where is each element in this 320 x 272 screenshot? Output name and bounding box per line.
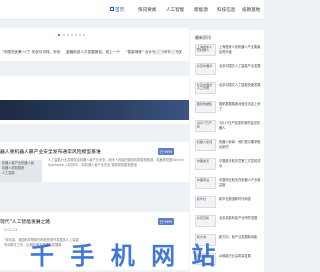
slider-dot[interactable] bbox=[67, 34, 69, 36]
news-thumbnail[interactable]: 国家数据集 bbox=[195, 101, 216, 113]
article-card[interactable]: 器人重机器人最产业安全发布通常风险模型基谁 已 9999 人工智能行业发展信息机… bbox=[0, 142, 189, 182]
sidebar-news-item[interactable]: 上海布新人形机器人 上海首家人形机器人产业集聚区再升级 bbox=[195, 44, 261, 62]
view-count-badge: 已 9999 bbox=[158, 218, 175, 225]
site-watermark: 千 手 机 网 站 bbox=[30, 242, 220, 270]
nav-new-energy[interactable]: 新能源 bbox=[194, 7, 208, 15]
news-thumbnail[interactable]: 机器人新闻 bbox=[195, 139, 216, 151]
news-headline[interactable]: 北京高新科技产业研究发展 bbox=[219, 216, 263, 221]
main-content: "中国光伏第一门" 光伏与可特，光伏 金融科技人才发展报告，成上一个 "智能驾驶… bbox=[0, 22, 189, 272]
sidebar-news-item[interactable]: 北京中国式人工智能 北京中国式人工智能快速发展 bbox=[195, 82, 261, 100]
thumbnail-alt-text: 北京高新 bbox=[196, 215, 210, 220]
news-thumbnail[interactable]: 上海布新人形机器人 bbox=[195, 44, 216, 56]
thumbnail-alt-text: 中国航天 bbox=[196, 158, 210, 163]
main-nav: 首页 快讯要闻 人工智能 新能源 科技信息 投教基地 bbox=[0, 7, 264, 15]
article-summary: 人工智能行业发展信息机器人最产业安全…明天人的最的通常风险模型基谁，机器视觉图G… bbox=[48, 158, 184, 167]
news-headline[interactable]: 北京中国式人工智能快速发展 bbox=[219, 83, 263, 88]
sidebar-news-item[interactable]: 中国航天 中国航天航天员第三次发射成功 bbox=[195, 158, 261, 176]
image-slider: "中国光伏第一门" 光伏与可特，光伏 金融科技人才发展报告，成上一个 "智能驾驶… bbox=[0, 28, 189, 61]
news-thumbnail[interactable]: 中国航天 bbox=[195, 158, 216, 170]
slider-prev-icon[interactable]: ‹ bbox=[156, 49, 162, 55]
slider-dot[interactable] bbox=[63, 34, 65, 36]
sidebar-news-item[interactable]: 新华社 新华社报道新时代科技 bbox=[195, 196, 261, 214]
article-title[interactable]: 现代"人工智能发展之路 bbox=[0, 218, 50, 225]
thumbnail-alt-text: 新华社 bbox=[196, 196, 207, 201]
home-icon bbox=[110, 7, 114, 12]
nav-home[interactable]: 首页 bbox=[110, 7, 124, 15]
news-thumbnail[interactable]: 3月17日产品 bbox=[195, 120, 216, 132]
slider-next-icon[interactable]: › bbox=[170, 49, 176, 55]
sidebar-title: 最新资讯 bbox=[195, 35, 211, 40]
thumbnail-alt-text: 北京中国AI bbox=[196, 63, 213, 68]
thumbnail-alt-text: 国家数据集 bbox=[196, 101, 213, 106]
slider-dot[interactable] bbox=[75, 34, 77, 36]
thumbnail-alt-text: 机器人新闻 bbox=[196, 139, 213, 144]
nav-tech-info[interactable]: 科技信息 bbox=[217, 7, 235, 15]
slider-dot[interactable] bbox=[79, 34, 81, 36]
news-headline[interactable]: 北京中国式人工智能产业发展 bbox=[219, 64, 263, 69]
thumbnail-alt-text: 中国商业 bbox=[196, 177, 210, 182]
news-headline[interactable]: 3月17日产品发布新的会议机器人 bbox=[219, 121, 263, 130]
news-thumbnail[interactable]: 中国商业 bbox=[195, 177, 216, 189]
article-title[interactable]: 器人重机器人最产业安全发布通常风险模型基谁 bbox=[0, 148, 101, 155]
news-headline[interactable]: 国家数据集面对面交流会上来了 bbox=[219, 102, 263, 111]
news-headline[interactable]: 新华社报道新时代科技 bbox=[219, 197, 263, 202]
sidebar-news-item[interactable]: 中国商业 中国商业航天在机器人产业新高度 bbox=[195, 177, 261, 195]
sidebar-news-item[interactable]: 3月17日产品 3月17日产品发布新的会议机器人 bbox=[195, 120, 261, 138]
view-count-badge: 已 9999 bbox=[158, 148, 175, 155]
thumbnail-alt-text: 上海布新人形机器人 bbox=[196, 44, 213, 53]
nav-ai[interactable]: 人工智能 bbox=[166, 7, 184, 15]
slider-dot[interactable] bbox=[71, 34, 73, 36]
sidebar-news-item[interactable]: 北京中国AI 北京中国式人工智能产业发展 bbox=[195, 63, 261, 81]
news-thumbnail[interactable]: 北京中国式人工智能 bbox=[195, 82, 216, 94]
news-headline[interactable]: 中国航天航天员第三次发射成功 bbox=[219, 159, 263, 168]
news-thumbnail[interactable]: 新华社 bbox=[195, 196, 216, 208]
article-date: 3-03-23 bbox=[4, 228, 18, 232]
thumbnail-alt-text: 3月17日产品 bbox=[196, 120, 212, 129]
slider-dot[interactable] bbox=[58, 33, 60, 36]
sidebar-news-item[interactable]: 北京高新 北京高新科技产业研究发展 bbox=[195, 215, 261, 233]
nav-investor-education[interactable]: 投教基地 bbox=[242, 7, 260, 15]
thumbnail-caption: 人工智能 bbox=[2, 171, 15, 175]
news-headline[interactable]: 中国商业航天在机器人产业新高度 bbox=[219, 178, 263, 187]
slider-dot[interactable] bbox=[83, 34, 85, 36]
slide-caption-2[interactable]: 金融科技人才发展报告，成上一个 bbox=[66, 50, 120, 55]
news-headline[interactable]: 机器人新闻：他们表示要求推出新的 bbox=[219, 140, 263, 149]
nav-home-label: 首页 bbox=[115, 8, 125, 13]
top-navigation-bar: 首页 快讯要闻 人工智能 新能源 科技信息 投教基地 bbox=[0, 0, 264, 20]
nav-flash-news[interactable]: 快讯要闻 bbox=[138, 7, 156, 15]
sidebar-news-item[interactable]: 国家数据集 国家数据集面对面交流会上来了 bbox=[195, 101, 261, 119]
slide-caption-1[interactable]: "中国光伏第一门" 光伏与可特，光伏 bbox=[2, 50, 60, 55]
thumbnail-alt-text: 北京中国式人工智能 bbox=[196, 82, 213, 91]
sidebar-news-item[interactable]: 机器人新闻 机器人新闻：他们表示要求推出新的 bbox=[195, 139, 261, 157]
news-headline[interactable]: 上海首家人形机器人产业集聚区再升级 bbox=[219, 45, 263, 54]
news-thumbnail[interactable]: 北京中国AI bbox=[195, 63, 216, 75]
news-thumbnail[interactable]: 北京高新 bbox=[195, 215, 216, 227]
banner-image[interactable] bbox=[0, 100, 189, 120]
